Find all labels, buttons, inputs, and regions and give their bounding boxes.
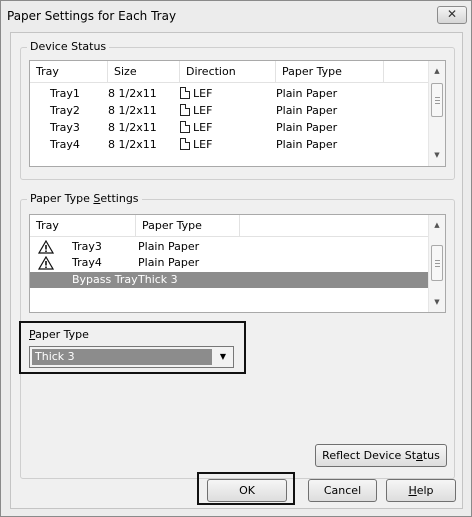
device-status-group: Device Status Tray Size Direction Paper … bbox=[20, 40, 455, 180]
paper-type-cell: Plain Paper bbox=[276, 121, 338, 134]
column-header-tray[interactable]: Tray bbox=[30, 61, 108, 83]
window-title: Paper Settings for Each Tray bbox=[7, 9, 177, 23]
table-row[interactable]: Tray2 8 1/2x11 LEF Plain Paper bbox=[30, 103, 429, 118]
tray-cell: Tray4 bbox=[72, 256, 102, 269]
paper-type-settings-group: Paper Type Settings Tray Paper Type Tray… bbox=[19, 192, 455, 479]
paper-type-cell: Plain Paper bbox=[276, 138, 338, 151]
reflect-device-status-button[interactable]: Reflect Device Status bbox=[315, 444, 447, 467]
portrait-page-icon bbox=[180, 104, 190, 116]
scroll-thumb[interactable] bbox=[431, 83, 443, 117]
direction-cell: LEF bbox=[180, 137, 212, 152]
paper-type-list[interactable]: Tray Paper Type Tray3 Plain Paper Tray4 … bbox=[29, 214, 446, 313]
cancel-button[interactable]: Cancel bbox=[308, 479, 377, 502]
column-header-size[interactable]: Size bbox=[108, 61, 180, 83]
table-row[interactable]: Tray3 8 1/2x11 LEF Plain Paper bbox=[30, 120, 429, 135]
column-header-direction[interactable]: Direction bbox=[180, 61, 276, 83]
paper-type-select-value: Thick 3 bbox=[32, 349, 212, 365]
paper-type-list-header: Tray Paper Type bbox=[30, 215, 429, 237]
label-part: elp bbox=[416, 484, 434, 497]
close-icon: ✕ bbox=[446, 7, 458, 21]
portrait-page-icon bbox=[180, 138, 190, 150]
table-row[interactable]: Tray1 8 1/2x11 LEF Plain Paper bbox=[30, 86, 429, 101]
paper-type-cell: Plain Paper bbox=[138, 256, 200, 269]
paper-type-cell: Thick 3 bbox=[138, 273, 178, 286]
direction-text: LEF bbox=[193, 104, 213, 117]
portrait-page-icon bbox=[180, 87, 190, 99]
column-header-paper-type[interactable]: Paper Type bbox=[276, 61, 384, 83]
tray-cell: Tray3 bbox=[72, 240, 102, 253]
size-cell: 8 1/2x11 bbox=[108, 121, 157, 134]
scroll-down-icon[interactable]: ▼ bbox=[429, 147, 445, 163]
table-row[interactable]: Tray4 8 1/2x11 LEF Plain Paper bbox=[30, 137, 429, 152]
device-status-header: Tray Size Direction Paper Type bbox=[30, 61, 429, 83]
label-part: aper Type bbox=[35, 328, 89, 341]
dialog-client-area: Device Status Tray Size Direction Paper … bbox=[10, 32, 463, 509]
tray-cell: Tray4 bbox=[50, 138, 80, 151]
portrait-page-icon bbox=[180, 121, 190, 133]
warning-icon bbox=[38, 240, 54, 254]
paper-type-select[interactable]: Thick 3 ▼ bbox=[29, 346, 234, 368]
column-header-paper-type[interactable]: Paper Type bbox=[136, 215, 240, 237]
device-status-scrollbar[interactable]: ▲ ▼ bbox=[428, 61, 445, 166]
paper-type-settings-label: Paper Type Settings bbox=[27, 192, 142, 205]
scroll-down-icon[interactable]: ▼ bbox=[429, 294, 445, 310]
scroll-thumb[interactable] bbox=[431, 245, 443, 281]
tray-cell: Tray2 bbox=[50, 104, 80, 117]
label-part: Reflect Device St bbox=[322, 449, 417, 462]
label-part: Paper Type bbox=[30, 192, 94, 205]
paper-type-label: Paper Type bbox=[29, 328, 89, 341]
scroll-up-icon[interactable]: ▲ bbox=[429, 217, 445, 233]
close-button[interactable]: ✕ bbox=[437, 6, 467, 24]
direction-cell: LEF bbox=[180, 103, 212, 118]
label-accel-key: a bbox=[416, 449, 423, 462]
direction-cell: LEF bbox=[180, 120, 212, 135]
help-button[interactable]: Help bbox=[386, 479, 456, 502]
label-part: ettings bbox=[100, 192, 139, 205]
chevron-down-icon[interactable]: ▼ bbox=[213, 347, 233, 367]
size-cell: 8 1/2x11 bbox=[108, 87, 157, 100]
scroll-up-icon[interactable]: ▲ bbox=[429, 63, 445, 79]
size-cell: 8 1/2x11 bbox=[108, 138, 157, 151]
tray-cell: Tray3 bbox=[50, 121, 80, 134]
paper-type-cell: Plain Paper bbox=[276, 87, 338, 100]
paper-settings-dialog: Paper Settings for Each Tray ✕ Device St… bbox=[0, 0, 472, 517]
device-status-list[interactable]: Tray Size Direction Paper Type Tray1 8 1… bbox=[29, 60, 446, 167]
list-item[interactable]: Tray3 Plain Paper bbox=[30, 239, 429, 255]
list-item[interactable]: Tray4 Plain Paper bbox=[30, 255, 429, 271]
size-cell: 8 1/2x11 bbox=[108, 104, 157, 117]
paper-type-scrollbar[interactable]: ▲ ▼ bbox=[428, 215, 445, 312]
direction-cell: LEF bbox=[180, 86, 212, 101]
direction-text: LEF bbox=[193, 138, 213, 151]
paper-type-cell: Plain Paper bbox=[138, 240, 200, 253]
paper-type-cell: Plain Paper bbox=[276, 104, 338, 117]
label-part: tus bbox=[422, 449, 440, 462]
column-header-blank bbox=[384, 61, 429, 83]
warning-icon bbox=[38, 256, 54, 270]
direction-text: LEF bbox=[193, 87, 213, 100]
list-item-selected[interactable]: Bypass Tray Thick 3 bbox=[30, 272, 429, 288]
ok-button[interactable]: OK bbox=[207, 479, 287, 502]
title-bar[interactable]: Paper Settings for Each Tray ✕ bbox=[1, 1, 471, 31]
tray-cell: Bypass Tray bbox=[72, 273, 138, 286]
direction-text: LEF bbox=[193, 121, 213, 134]
device-status-label: Device Status bbox=[27, 40, 110, 53]
tray-cell: Tray1 bbox=[50, 87, 80, 100]
label-accel-key: H bbox=[408, 484, 417, 497]
column-header-tray[interactable]: Tray bbox=[30, 215, 136, 237]
